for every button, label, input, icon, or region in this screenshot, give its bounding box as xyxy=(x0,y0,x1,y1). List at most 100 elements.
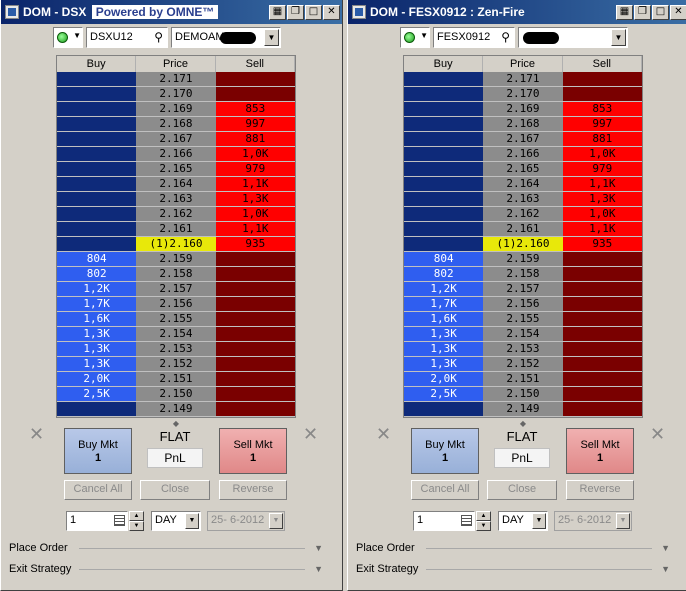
quantity-input[interactable]: 1 xyxy=(413,511,475,531)
maximize-button[interactable]: □ xyxy=(305,4,322,20)
buy-cell[interactable]: 1,3K xyxy=(404,342,484,356)
sell-cell[interactable] xyxy=(215,402,295,416)
buy-cell[interactable] xyxy=(404,162,484,176)
buy-cell[interactable]: 802 xyxy=(404,267,484,281)
cancel-buy-orders-icon[interactable]: ✕ xyxy=(29,424,44,445)
buy-cell[interactable] xyxy=(57,402,137,416)
buy-cell[interactable] xyxy=(57,102,137,116)
cancel-sell-orders-icon[interactable]: ✕ xyxy=(303,424,318,445)
sell-cell[interactable] xyxy=(215,297,295,311)
buy-cell[interactable] xyxy=(57,237,137,251)
buy-cell[interactable] xyxy=(404,192,484,206)
buy-cell[interactable] xyxy=(404,207,484,221)
sell-cell[interactable] xyxy=(562,87,642,101)
reverse-button[interactable]: Reverse xyxy=(566,480,634,500)
price-cell[interactable]: 2.169 xyxy=(483,102,563,116)
buy-cell[interactable] xyxy=(57,117,137,131)
buy-market-button[interactable]: Buy Mkt 1 xyxy=(411,428,479,474)
price-cell[interactable]: 2.157 xyxy=(483,282,563,296)
sell-cell[interactable]: 1,1K xyxy=(215,222,295,236)
price-cell[interactable]: 2.162 xyxy=(483,207,563,221)
price-cell[interactable]: 2.158 xyxy=(136,267,216,281)
sell-cell[interactable]: 997 xyxy=(562,117,642,131)
price-cell[interactable]: 2.154 xyxy=(483,327,563,341)
price-cell[interactable]: 2.150 xyxy=(483,387,563,401)
sell-cell[interactable] xyxy=(562,327,642,341)
buy-cell[interactable] xyxy=(404,117,484,131)
sell-cell[interactable] xyxy=(215,282,295,296)
place-order-section[interactable]: Place Order ▼ xyxy=(356,539,676,557)
buy-cell[interactable]: 1,6K xyxy=(57,312,137,326)
sell-cell[interactable] xyxy=(562,297,642,311)
restore-icon[interactable]: ❐ xyxy=(634,4,651,20)
sell-cell[interactable] xyxy=(562,357,642,371)
chevron-down-icon[interactable]: ▼ xyxy=(264,28,279,46)
price-cell[interactable]: 2.167 xyxy=(136,132,216,146)
quantity-input[interactable]: 1 xyxy=(66,511,128,531)
buy-cell[interactable] xyxy=(404,72,484,86)
sell-cell[interactable] xyxy=(562,372,642,386)
symbol-field[interactable]: FESX0912 ⚲ xyxy=(433,26,515,48)
buy-cell[interactable] xyxy=(57,207,137,221)
quantity-stepper[interactable]: ▲ ▼ xyxy=(129,511,144,531)
search-icon[interactable]: ⚲ xyxy=(154,30,163,44)
price-cell[interactable]: (1)2.160 xyxy=(136,237,216,251)
buy-cell[interactable] xyxy=(404,87,484,101)
sell-cell[interactable] xyxy=(562,312,642,326)
price-cell[interactable]: 2.159 xyxy=(136,252,216,266)
sell-cell[interactable]: 997 xyxy=(215,117,295,131)
sell-cell[interactable] xyxy=(562,402,642,416)
price-cell[interactable]: 2.158 xyxy=(483,267,563,281)
sell-cell[interactable]: 1,0K xyxy=(562,147,642,161)
buy-cell[interactable] xyxy=(57,87,137,101)
buy-cell[interactable] xyxy=(57,222,137,236)
price-cell[interactable]: 2.171 xyxy=(136,72,216,86)
sell-cell[interactable]: 1,3K xyxy=(215,192,295,206)
price-cell[interactable]: 2.169 xyxy=(136,102,216,116)
price-cell[interactable]: 2.155 xyxy=(136,312,216,326)
buy-cell[interactable]: 2,5K xyxy=(404,387,484,401)
exit-strategy-section[interactable]: Exit Strategy ▼ xyxy=(356,560,676,578)
buy-cell[interactable]: 1,7K xyxy=(404,297,484,311)
buy-cell[interactable]: 1,2K xyxy=(57,282,137,296)
chevron-down-icon[interactable]: ▼ xyxy=(611,28,626,46)
sell-cell[interactable] xyxy=(215,342,295,356)
buy-cell[interactable]: 1,3K xyxy=(404,357,484,371)
chevron-down-icon[interactable]: ▼ xyxy=(532,513,546,529)
sell-cell[interactable] xyxy=(215,387,295,401)
spin-down-icon[interactable]: ▼ xyxy=(129,521,144,531)
chevron-down-icon[interactable]: ▼ xyxy=(616,513,630,529)
spin-down-icon[interactable]: ▼ xyxy=(476,521,491,531)
price-cell[interactable]: 2.164 xyxy=(483,177,563,191)
sell-cell[interactable]: 853 xyxy=(562,102,642,116)
sell-cell[interactable]: 853 xyxy=(215,102,295,116)
buy-cell[interactable]: 1,7K xyxy=(57,297,137,311)
connection-status[interactable]: ▼ xyxy=(400,26,430,48)
sell-cell[interactable] xyxy=(562,387,642,401)
sell-cell[interactable]: 935 xyxy=(562,237,642,251)
price-cell[interactable]: 2.161 xyxy=(136,222,216,236)
buy-cell[interactable] xyxy=(404,102,484,116)
price-cell[interactable]: 2.166 xyxy=(136,147,216,161)
price-cell[interactable]: 2.149 xyxy=(483,402,563,416)
sell-cell[interactable] xyxy=(215,87,295,101)
sell-cell[interactable]: 881 xyxy=(215,132,295,146)
price-cell[interactable]: 2.165 xyxy=(483,162,563,176)
price-cell[interactable]: 2.167 xyxy=(483,132,563,146)
restore-icon[interactable]: ❐ xyxy=(287,4,304,20)
buy-cell[interactable] xyxy=(57,177,137,191)
price-cell[interactable]: 2.152 xyxy=(483,357,563,371)
sell-cell[interactable]: 1,1K xyxy=(215,177,295,191)
sell-cell[interactable] xyxy=(562,282,642,296)
cancel-all-button[interactable]: Cancel All xyxy=(411,480,479,500)
buy-cell[interactable]: 1,3K xyxy=(404,327,484,341)
buy-cell[interactable] xyxy=(57,72,137,86)
buy-cell[interactable] xyxy=(57,147,137,161)
ladder-resize-icon[interactable]: ◆ xyxy=(403,419,643,428)
buy-cell[interactable] xyxy=(57,162,137,176)
chevron-down-icon[interactable]: ▼ xyxy=(661,560,670,578)
reverse-button[interactable]: Reverse xyxy=(219,480,287,500)
price-cell[interactable]: 2.161 xyxy=(483,222,563,236)
account-select[interactable]: ▼ xyxy=(518,26,628,48)
sell-cell[interactable]: 1,1K xyxy=(562,177,642,191)
